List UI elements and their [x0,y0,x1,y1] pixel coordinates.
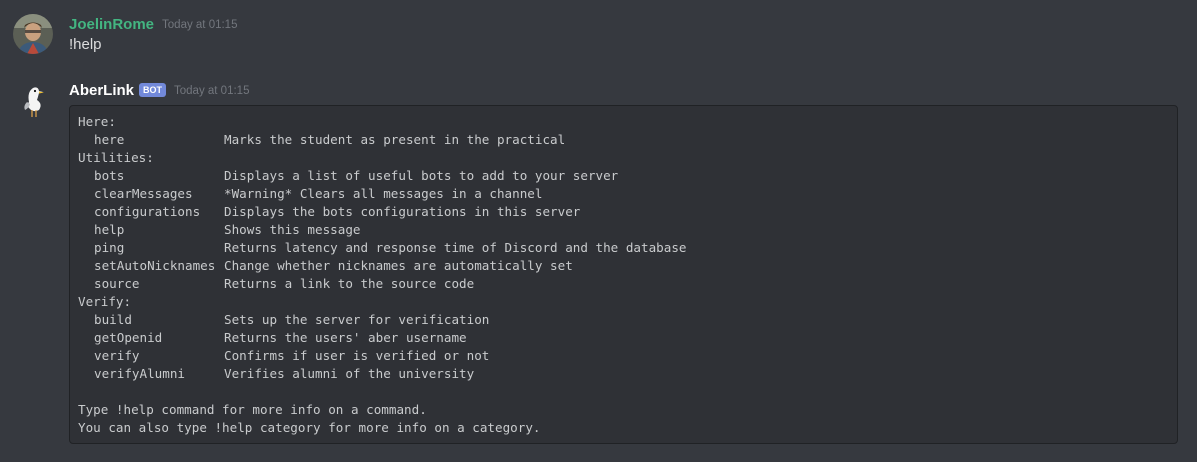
message-text: !help [69,36,102,53]
command-description: *Warning* Clears all messages in a chann… [224,186,543,201]
command-name: verify [94,348,140,363]
command-row: source Returns a link to the source code [78,275,1177,293]
command-name: getOpenid [94,330,163,345]
bot-badge: BOT [139,83,167,97]
command-name: verifyAlumni [94,366,185,381]
timestamp: Today at 01:15 [174,85,250,97]
category-heading: Utilities: [78,150,154,165]
command-description: Sets up the server for verification [224,312,490,327]
command-row: build Sets up the server for verification [78,311,1177,329]
timestamp: Today at 01:15 [162,19,238,31]
command-row: clearMessages *Warning* Clears all messag… [78,185,1177,203]
command-name: ping [94,240,125,255]
message-joelinrome: JoelinRome Today at 01:15 !help [0,12,1197,62]
user-avatar-icon [13,14,53,54]
footer-line: Type !help command for more info on a co… [78,402,427,417]
seagull-avatar-icon [24,87,44,117]
command-row: configurations Displays the bots configur… [78,203,1177,221]
command-row: verifyAlumni Verifies alumni of the unive… [78,365,1177,383]
message-header: JoelinRome Today at 01:15 [69,14,237,34]
command-description: Displays a list of useful bots to add to… [224,168,619,183]
command-description: Confirms if user is verified or not [224,348,490,363]
avatar[interactable] [13,80,53,120]
message-aberlink: AberLink BOT Today at 01:15 Here: here Ma… [0,78,1197,462]
command-description: Returns a link to the source code [224,276,475,291]
command-name: bots [94,168,125,183]
command-description: Displays the bots configurations in this… [224,204,581,219]
command-name: configurations [94,204,201,219]
command-description: Returns the users' aber username [224,330,467,345]
command-row: help Shows this message [78,221,1177,239]
command-description: Shows this message [224,222,361,237]
command-name: setAutoNicknames [94,258,216,273]
command-description: Marks the student as present in the prac… [224,132,566,147]
command-row: getOpenid Returns the users' aber usernam… [78,329,1177,347]
command-row: setAutoNicknames Change whether nicknames… [78,257,1177,275]
command-name: here [94,132,125,147]
command-row: here Marks the student as present in the … [78,131,1177,149]
command-description: Change whether nicknames are automatical… [224,258,573,273]
footer-line: You can also type !help category for mor… [78,420,541,435]
username[interactable]: AberLink [69,82,134,99]
command-row: verify Confirms if user is verified or no… [78,347,1177,365]
command-description: Verifies alumni of the university [224,366,475,381]
message-header: AberLink BOT Today at 01:15 [69,80,249,100]
category-heading: Here: [78,114,116,129]
username[interactable]: JoelinRome [69,16,154,33]
command-name: clearMessages [94,186,193,201]
command-name: build [94,312,132,327]
command-row: bots Displays a list of useful bots to ad… [78,167,1177,185]
avatar[interactable] [13,14,53,54]
command-name: help [94,222,125,237]
command-row: ping Returns latency and response time of… [78,239,1177,257]
command-description: Returns latency and response time of Dis… [224,240,687,255]
help-code-block: Here: here Marks the student as present i… [69,105,1178,444]
category-heading: Verify: [78,294,132,309]
command-name: source [94,276,140,291]
